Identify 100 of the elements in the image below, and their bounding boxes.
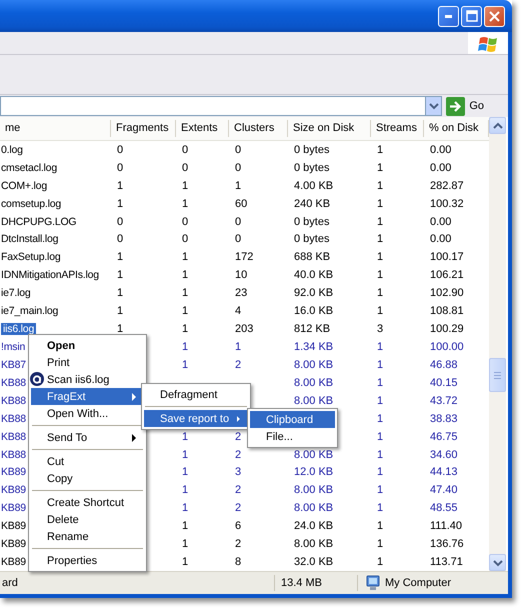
table-cell-text: 0.00	[429, 233, 452, 246]
table-cell-text: 111.40	[429, 520, 462, 532]
table-cell[interactable]: KB89	[0, 556, 26, 568]
table-cell[interactable]: KB89	[0, 466, 26, 478]
table-cell-text: 1	[376, 287, 384, 300]
menu-item[interactable]: Copy	[31, 470, 144, 487]
table-cell-text: 60	[234, 198, 248, 210]
table-cell-text: 1	[376, 394, 384, 407]
table-cell[interactable]: KB87	[0, 358, 26, 371]
table-cell-text: 0	[116, 216, 124, 228]
table-cell[interactable]: KB89	[0, 520, 26, 532]
menu-item[interactable]: Scan iis6.log	[31, 371, 144, 388]
table-cell-text: 0 bytes	[293, 144, 330, 156]
table-cell-text: 46.75	[429, 430, 458, 443]
menu-item[interactable]: Create Shortcut	[31, 494, 144, 511]
table-cell-text: 1	[376, 341, 384, 353]
table-cell-text: 1	[376, 233, 384, 246]
table-cell-text: 3	[376, 323, 384, 336]
table-cell[interactable]: iis6.log	[1, 323, 36, 336]
menu-item[interactable]: Save report to	[144, 410, 248, 427]
table-cell[interactable]: KB88	[0, 430, 26, 443]
column-header[interactable]: Extents	[176, 120, 229, 137]
table-cell[interactable]: 0.log	[0, 144, 23, 156]
table-cell[interactable]: DHCPUPG.LOG	[0, 216, 76, 228]
maximize-icon	[466, 10, 478, 22]
table-cell-text: 100.32	[429, 198, 464, 210]
table-cell-text: 46.88	[429, 358, 458, 371]
scroll-up-button[interactable]	[489, 117, 506, 134]
table-cell-text: 1	[376, 376, 384, 389]
table-cell-text: 100.29	[429, 323, 464, 336]
table-cell-text: 240 KB	[293, 198, 330, 210]
table-cell[interactable]: KB88	[0, 394, 26, 407]
table-cell-text: 1	[376, 251, 384, 264]
table-cell[interactable]: KB89	[0, 502, 26, 514]
table-cell-text: 8.00 KB	[293, 502, 334, 514]
scroll-thumb[interactable]	[489, 358, 506, 392]
column-header[interactable]: Size on Disk	[288, 120, 371, 137]
close-button[interactable]	[484, 6, 505, 26]
go-button[interactable]: Go	[442, 96, 484, 116]
menu-item[interactable]: Print	[31, 354, 144, 371]
table-cell[interactable]: KB89	[0, 538, 26, 550]
table-cell-text: 1	[116, 269, 124, 282]
column-header[interactable]: me	[0, 120, 111, 137]
table-cell-text: 8.00 KB	[293, 538, 334, 550]
table-cell[interactable]: COM+.log	[0, 180, 47, 192]
table-cell[interactable]: ie7_main.log	[0, 305, 58, 318]
table-cell[interactable]: comsetup.log	[0, 198, 62, 210]
menu-item[interactable]: Clipboard	[250, 411, 335, 428]
menu-item[interactable]: FragExt	[31, 388, 144, 405]
table-cell[interactable]: cmsetacl.log	[0, 162, 57, 174]
address-field[interactable]	[0, 96, 426, 116]
scroll-down-button[interactable]	[489, 554, 506, 571]
table-cell-text: 40.0 KB	[293, 269, 334, 282]
table-cell-text: 1	[234, 341, 242, 353]
table-cell-text: 0	[116, 144, 124, 156]
table-cell[interactable]: IDNMitigationAPIs.log	[0, 269, 99, 282]
maximize-button[interactable]	[461, 6, 482, 26]
table-cell-text: 1	[376, 305, 384, 318]
table-cell-text: 34.60	[429, 448, 458, 461]
menu-item[interactable]: File...	[250, 428, 335, 445]
menu-item[interactable]: Open	[31, 337, 144, 354]
table-cell-text: 1	[116, 305, 124, 318]
menu-item[interactable]: Send To	[31, 429, 144, 446]
table-cell-text: 136.76	[429, 538, 464, 550]
table-cell-text: 1	[181, 538, 188, 550]
table-cell-text: 47.40	[429, 484, 458, 496]
menu-item[interactable]: Rename	[31, 528, 144, 545]
table-cell[interactable]: FaxSetup.log	[0, 251, 60, 264]
table-cell-text: 40.15	[429, 376, 458, 389]
table-cell[interactable]: KB88	[0, 376, 26, 389]
minimize-button[interactable]	[438, 6, 459, 26]
table-cell[interactable]: DtcInstall.log	[0, 233, 58, 246]
menu-item[interactable]: Properties	[31, 552, 144, 569]
table-cell-text: 0.00	[429, 162, 452, 174]
table-cell-text: 8.00 KB	[293, 376, 334, 389]
table-cell-text: 0	[234, 233, 242, 246]
status-zone: My Computer	[385, 577, 452, 589]
menu-item[interactable]: Open With...	[31, 405, 144, 422]
menu-item[interactable]: Delete	[31, 511, 144, 528]
column-header[interactable]: Clusters	[229, 120, 288, 137]
table-cell-text: 1	[181, 198, 188, 210]
table-cell-text: 16.0 KB	[293, 305, 334, 318]
menu-item[interactable]: Cut	[31, 453, 144, 470]
scrollbar[interactable]	[489, 117, 506, 571]
dropdown-button[interactable]	[425, 96, 442, 116]
column-header[interactable]: Fragments	[111, 120, 176, 137]
table-cell-text: 92.0 KB	[293, 287, 334, 300]
column-header[interactable]: Streams	[371, 120, 424, 137]
table-cell-text: 172	[234, 251, 254, 264]
table-cell[interactable]: KB88	[0, 412, 26, 425]
table-cell[interactable]: KB88	[0, 448, 26, 461]
table-cell-text: 812 KB	[293, 323, 330, 336]
menu-item[interactable]: Defragment	[144, 386, 248, 403]
table-cell[interactable]: !msin	[0, 341, 26, 353]
table-cell-text: 1	[181, 305, 188, 318]
status-text: ard	[1, 577, 19, 589]
table-cell[interactable]: ie7.log	[0, 287, 31, 300]
table-cell-text: 1	[181, 251, 188, 264]
table-cell[interactable]: KB89	[0, 484, 26, 496]
table-cell-text: 0	[181, 216, 188, 228]
